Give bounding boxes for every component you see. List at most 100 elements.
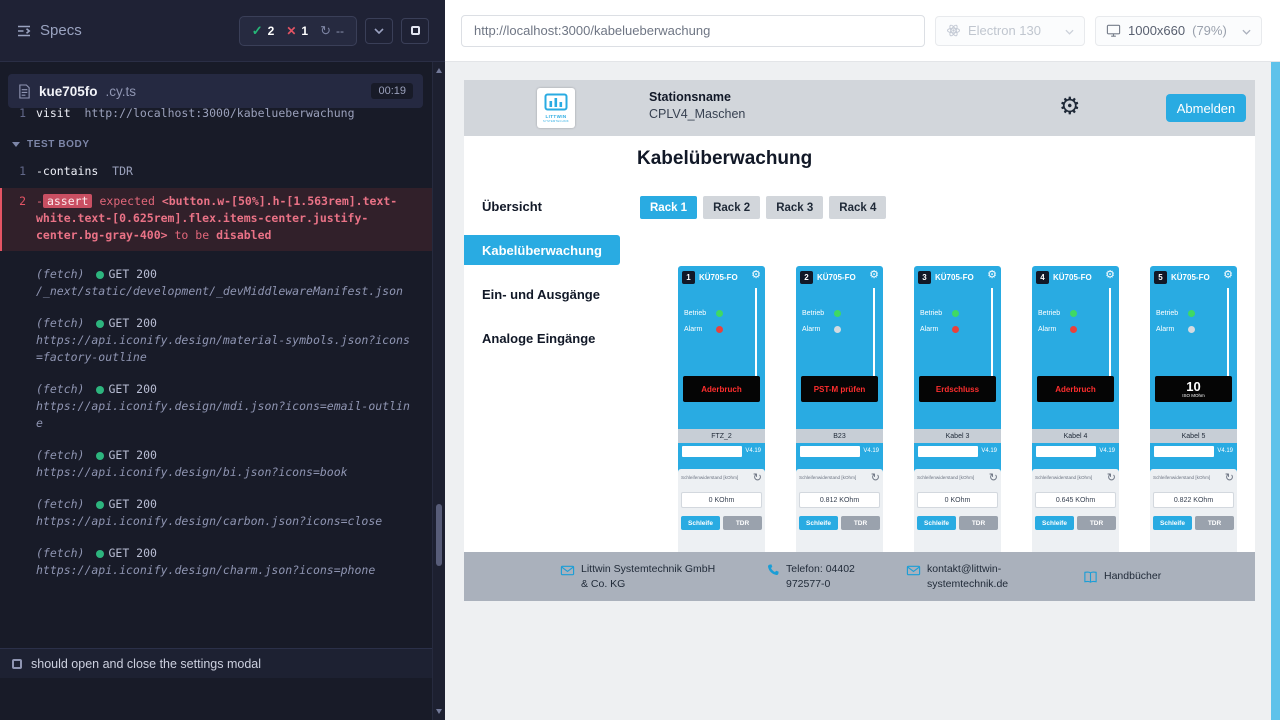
footer-phone[interactable]: Telefon: 04402 972577-0 — [766, 562, 886, 590]
sidebar-item-kabelueberwachung[interactable]: Kabelüberwachung — [464, 235, 620, 265]
device-model: KÜ705-FO — [935, 273, 974, 282]
browser-name: Electron 130 — [968, 23, 1041, 38]
refresh-icon[interactable]: ↻ — [1107, 473, 1116, 484]
device-settings-icon[interactable]: ⚙ — [987, 268, 997, 281]
chevron-down-icon — [1065, 23, 1074, 38]
measurement-label: Schleifenwiderstand [kOhm] — [917, 475, 974, 480]
next-test-title: should open and close the settings modal — [31, 657, 261, 671]
sidebar-item-ein-ausgaenge[interactable]: Ein- und Ausgänge — [464, 279, 620, 309]
refresh-icon[interactable]: ↻ — [989, 473, 998, 484]
measurement-panel: Schleifenwiderstand [kOhm] ↻ 0 KOhm Schl… — [914, 469, 1001, 553]
command-number: 1 — [0, 108, 36, 122]
log-fetch-row[interactable]: (fetch)GET 200 /_next/static/development… — [0, 266, 432, 300]
status-value: 10 — [1186, 380, 1200, 393]
alarm-led — [1070, 326, 1077, 333]
tab-rack-1[interactable]: Rack 1 — [640, 196, 697, 219]
spec-name: kue705fo — [39, 84, 98, 99]
log-failed-assert[interactable]: 2 -assertexpected <button.w-[50%].h-[1.5… — [0, 188, 432, 251]
schleife-button[interactable]: Schleife — [1035, 516, 1074, 530]
next-test-row[interactable]: should open and close the settings modal — [0, 648, 432, 678]
cable-name: Kabel 4 — [1032, 429, 1119, 443]
refresh-icon[interactable]: ↻ — [753, 473, 762, 484]
device-settings-icon[interactable]: ⚙ — [869, 268, 879, 281]
pending-icon: ↻ — [320, 23, 331, 39]
fetch-url: https://api.iconify.design/mdi.json?icon… — [36, 399, 410, 430]
refresh-icon[interactable]: ↻ — [871, 473, 880, 484]
resistance-value: 0.812 KOhm — [799, 492, 880, 508]
tdr-button[interactable]: TDR — [723, 516, 762, 530]
schleife-button[interactable]: Schleife — [917, 516, 956, 530]
log-visit-command[interactable]: 1 visit http://localhost:3000/kabelueber… — [0, 108, 432, 124]
spec-file-icon — [18, 84, 31, 99]
cable-name-input[interactable] — [800, 446, 860, 457]
sidebar-item-uebersicht[interactable]: Übersicht — [464, 191, 620, 221]
test-body-section[interactable]: TEST BODY — [0, 124, 432, 161]
command-name: visit — [36, 108, 71, 120]
tdr-button[interactable]: TDR — [1077, 516, 1116, 530]
footer-manuals[interactable]: Handbücher — [1083, 569, 1161, 585]
scroll-down-icon[interactable] — [436, 709, 442, 714]
schleife-button[interactable]: Schleife — [799, 516, 838, 530]
viewport-zoom: (79%) — [1192, 23, 1227, 38]
specs-toggle[interactable]: Specs — [16, 22, 82, 39]
tab-rack-4[interactable]: Rack 4 — [829, 196, 886, 219]
viewport-selector[interactable]: 1000x660 (79%) — [1095, 16, 1262, 46]
status-unit: ISO MOhm — [1182, 393, 1205, 398]
logout-button[interactable]: Abmelden — [1166, 94, 1246, 122]
reporter-scrollbar[interactable] — [432, 62, 445, 720]
refresh-icon[interactable]: ↻ — [1225, 473, 1234, 484]
cable-name-input[interactable] — [918, 446, 978, 457]
log-fetch-row[interactable]: (fetch)GET 200 https://api.iconify.desig… — [0, 545, 432, 579]
cable-name-input[interactable] — [1154, 446, 1214, 457]
tdr-button[interactable]: TDR — [841, 516, 880, 530]
tab-rack-2[interactable]: Rack 2 — [703, 196, 760, 219]
log-fetch-row[interactable]: (fetch)GET 200 https://api.iconify.desig… — [0, 381, 432, 432]
passed-count: 2 — [268, 24, 275, 38]
device-card-4: 4 KÜ705-FO ⚙ Betrieb Alarm Aderbruch Kab… — [1032, 266, 1119, 553]
chevron-down-icon — [374, 28, 384, 34]
alarm-led — [716, 326, 723, 333]
assert-expected: expected — [99, 194, 154, 208]
device-model: KÜ705-FO — [699, 273, 738, 282]
scrollbar-thumb[interactable] — [436, 504, 442, 566]
fetch-url: https://api.iconify.design/charm.json?ic… — [36, 563, 375, 577]
log-fetch-row[interactable]: (fetch)GET 200 https://api.iconify.desig… — [0, 447, 432, 481]
section-chevron-icon — [12, 142, 20, 147]
app-sidebar: Übersicht Kabelüberwachung Ein- und Ausg… — [464, 136, 620, 552]
alarm-label: Alarm — [684, 326, 716, 333]
fetch-status-dot — [96, 550, 104, 558]
phone-icon — [766, 563, 780, 577]
cable-name-input[interactable] — [1036, 446, 1096, 457]
station-value: CPLV4_Maschen — [649, 107, 745, 121]
spec-file-row[interactable]: kue705fo.cy.ts 00:19 — [8, 74, 423, 108]
stop-button[interactable] — [401, 18, 429, 44]
sidebar-item-analoge-eingaenge[interactable]: Analoge Eingänge — [464, 323, 620, 353]
tab-rack-3[interactable]: Rack 3 — [766, 196, 823, 219]
log-contains-command[interactable]: 1 -contains TDR — [0, 161, 432, 182]
schleife-button[interactable]: Schleife — [1153, 516, 1192, 530]
card-divider — [755, 288, 757, 376]
footer-company: Littwin Systemtechnik GmbH & Co. KG — [560, 562, 728, 590]
device-settings-icon[interactable]: ⚙ — [1105, 268, 1115, 281]
device-settings-icon[interactable]: ⚙ — [1223, 268, 1233, 281]
url-input[interactable] — [461, 15, 925, 47]
footer-email[interactable]: kontakt@littwin-systemtechnik.de — [906, 562, 1036, 590]
collapse-button[interactable] — [365, 18, 393, 44]
settings-gear-icon[interactable]: ⚙ — [1059, 92, 1081, 121]
alarm-label: Alarm — [920, 326, 952, 333]
log-fetch-row[interactable]: (fetch)GET 200 https://api.iconify.desig… — [0, 496, 432, 530]
device-settings-icon[interactable]: ⚙ — [751, 268, 761, 281]
test-stats[interactable]: ✓ 2 ✕ 1 ↻ -- — [239, 16, 357, 46]
measurement-panel: Schleifenwiderstand [kOhm] ↻ 0.822 KOhm … — [1150, 469, 1237, 553]
measurement-label: Schleifenwiderstand [kOhm] — [1153, 475, 1210, 480]
log-fetch-row[interactable]: (fetch)GET 200 https://api.iconify.desig… — [0, 315, 432, 366]
cable-name: B23 — [796, 429, 883, 443]
tdr-button[interactable]: TDR — [959, 516, 998, 530]
failed-count: 1 — [301, 24, 308, 38]
tdr-button[interactable]: TDR — [1195, 516, 1234, 530]
cable-name-input[interactable] — [682, 446, 742, 457]
schleife-button[interactable]: Schleife — [681, 516, 720, 530]
aut-scrollbar[interactable] — [1271, 62, 1280, 720]
browser-selector[interactable]: Electron 130 — [935, 16, 1085, 46]
scroll-up-icon[interactable] — [436, 68, 442, 73]
